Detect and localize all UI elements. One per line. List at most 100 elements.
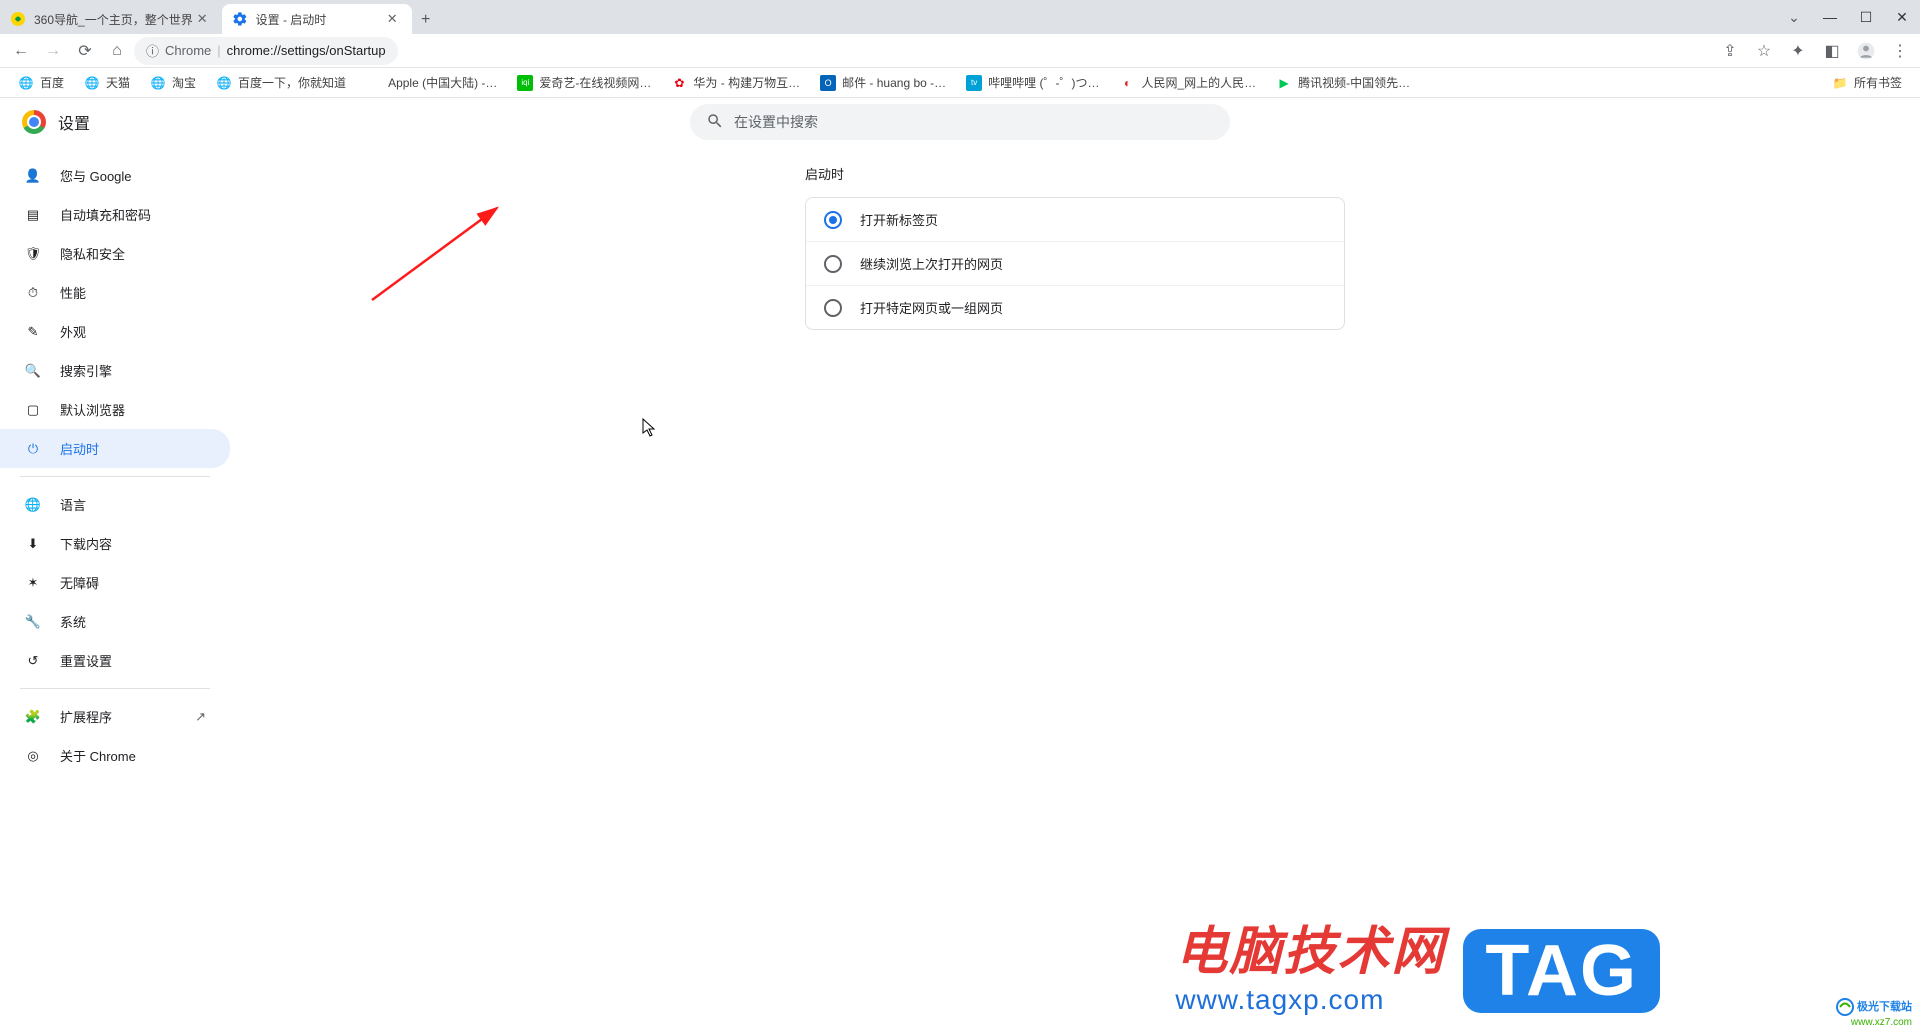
chevron-down-icon[interactable]: ⌄: [1776, 9, 1812, 26]
bookmark-item[interactable]: ▶腾讯视频-中国领先…: [1268, 70, 1418, 95]
browser-toolbar: ← → ⟳ ⌂ ⓘ Chrome | chrome://settings/onS…: [0, 34, 1920, 68]
sidebar-item-autofill[interactable]: ▤自动填充和密码: [0, 195, 230, 234]
divider: [20, 688, 210, 689]
minimize-button[interactable]: —: [1812, 9, 1848, 25]
apple-icon: [366, 75, 382, 91]
settings-search-input[interactable]: 在设置中搜索: [690, 104, 1230, 140]
browser-tab-settings[interactable]: 设置 - 启动时 ✕: [222, 4, 412, 34]
close-window-button[interactable]: ✕: [1884, 9, 1920, 26]
share-icon[interactable]: ⇪: [1716, 37, 1744, 65]
reload-button[interactable]: ⟳: [70, 36, 100, 66]
close-icon[interactable]: ✕: [193, 11, 212, 27]
outlook-icon: O: [820, 75, 836, 91]
sidebar-item-performance[interactable]: ⏱性能: [0, 273, 230, 312]
download-badge-url: www.xz7.com: [1851, 1017, 1912, 1028]
speedometer-icon: ⏱: [24, 285, 42, 301]
watermark-tag: TAG: [1463, 929, 1660, 1013]
tab-title: 设置 - 启动时: [256, 11, 327, 28]
wrench-icon: 🔧: [24, 614, 42, 630]
bookmark-item[interactable]: tv哔哩哔哩 (゜-゜)つ…: [958, 70, 1107, 95]
bookmark-item[interactable]: 🌐天猫: [76, 70, 138, 95]
option-continue-where-left-off[interactable]: 继续浏览上次打开的网页: [806, 241, 1344, 285]
back-button[interactable]: ←: [6, 36, 36, 66]
url-path: chrome://settings/onStartup: [227, 43, 386, 58]
sidebar-item-default-browser[interactable]: ▢默认浏览器: [0, 390, 230, 429]
browser-tab-360[interactable]: 360导航_一个主页，整个世界 ✕: [0, 4, 222, 34]
bilibili-icon: tv: [966, 75, 982, 91]
radio-unchecked-icon[interactable]: [824, 299, 842, 317]
sidebar-item-appearance[interactable]: ✎外观: [0, 312, 230, 351]
power-icon: ⏻: [24, 441, 42, 457]
settings-main: 启动时 打开新标签页 继续浏览上次打开的网页 打开特定网页或一组网页: [230, 98, 1920, 1034]
bookmark-item[interactable]: O邮件 - huang bo -…: [812, 70, 954, 95]
bookmark-item[interactable]: iqi爱奇艺-在线视频网…: [509, 70, 659, 95]
download-badge-title: 极光下载站: [1857, 1001, 1912, 1013]
option-open-new-tab[interactable]: 打开新标签页: [806, 198, 1344, 241]
kebab-menu-icon[interactable]: ⋮: [1886, 37, 1914, 65]
window-titlebar: 360导航_一个主页，整个世界 ✕ 设置 - 启动时 ✕ + ⌄ — ☐ ✕: [0, 0, 1920, 34]
close-icon[interactable]: ✕: [383, 11, 402, 27]
option-label: 打开特定网页或一组网页: [860, 298, 1003, 317]
download-icon: ⬇: [24, 536, 42, 552]
sidebar-item-extensions[interactable]: 🧩扩展程序↗: [0, 697, 230, 736]
extensions-icon[interactable]: ✦: [1784, 37, 1812, 65]
tab-title: 360导航_一个主页，整个世界: [34, 11, 193, 28]
tab-favicon-settings: [232, 11, 248, 27]
radio-checked-icon[interactable]: [824, 211, 842, 229]
option-label: 继续浏览上次打开的网页: [860, 254, 1003, 273]
puzzle-icon: 🧩: [24, 709, 42, 725]
new-tab-button[interactable]: +: [412, 6, 440, 34]
bookmark-item[interactable]: 🌐百度: [10, 70, 72, 95]
shield-icon: 🛡: [24, 246, 42, 262]
open-external-icon: ↗: [195, 709, 206, 725]
home-button[interactable]: ⌂: [102, 36, 132, 66]
download-badge: 极光下载站 www.xz7.com: [1836, 998, 1912, 1028]
huawei-icon: ✿: [671, 75, 687, 91]
search-icon: [706, 112, 724, 133]
iqiyi-icon: iqi: [517, 75, 533, 91]
forward-button[interactable]: →: [38, 36, 68, 66]
profile-icon[interactable]: [1852, 37, 1880, 65]
url-scheme: Chrome: [165, 43, 211, 58]
sidebar-item-system[interactable]: 🔧系统: [0, 602, 230, 641]
sidebar-item-search-engine[interactable]: 🔍搜索引擎: [0, 351, 230, 390]
bookmark-item[interactable]: ✿华为 - 构建万物互…: [663, 70, 808, 95]
bookmark-item[interactable]: Apple (中国大陆) -…: [358, 70, 505, 95]
search-icon: 🔍: [24, 363, 42, 379]
bookmark-item[interactable]: 🌐淘宝: [142, 70, 204, 95]
sidebar-item-privacy[interactable]: 🛡隐私和安全: [0, 234, 230, 273]
radio-unchecked-icon[interactable]: [824, 255, 842, 273]
bookmark-item[interactable]: ◐人民网_网上的人民…: [1111, 70, 1264, 95]
sidepanel-icon[interactable]: ◧: [1818, 37, 1846, 65]
section-title: 启动时: [805, 164, 1345, 183]
sidebar-item-downloads[interactable]: ⬇下载内容: [0, 524, 230, 563]
option-open-specific-pages[interactable]: 打开特定网页或一组网页: [806, 285, 1344, 329]
watermark-title: 电脑技术网: [1175, 926, 1445, 978]
divider: [20, 476, 210, 477]
palette-icon: ✎: [24, 324, 42, 340]
sidebar-item-reset[interactable]: ↺重置设置: [0, 641, 230, 680]
sidebar-item-about-chrome[interactable]: ◎关于 Chrome: [0, 736, 230, 775]
bookmark-star-icon[interactable]: ☆: [1750, 37, 1778, 65]
folder-icon: 📁: [1832, 75, 1848, 91]
bookmarks-bar: 🌐百度 🌐天猫 🌐淘宝 🌐百度一下，你就知道 Apple (中国大陆) -… i…: [0, 68, 1920, 98]
globe-icon: 🌐: [216, 75, 232, 91]
sidebar-item-languages[interactable]: 🌐语言: [0, 485, 230, 524]
globe-icon: 🌐: [24, 497, 42, 513]
tab-favicon-360: [10, 11, 26, 27]
option-label: 打开新标签页: [860, 210, 938, 229]
sidebar-item-you-and-google[interactable]: 👤您与 Google: [0, 156, 230, 195]
sidebar-item-on-startup[interactable]: ⏻启动时: [0, 429, 230, 468]
maximize-button[interactable]: ☐: [1848, 9, 1884, 26]
globe-icon: 🌐: [150, 75, 166, 91]
chrome-logo-icon: [22, 110, 46, 134]
address-bar[interactable]: ⓘ Chrome | chrome://settings/onStartup: [134, 37, 398, 65]
bookmark-item[interactable]: 🌐百度一下，你就知道: [208, 70, 354, 95]
browser-icon: ▢: [24, 402, 42, 418]
accessibility-icon: ✶: [24, 575, 42, 591]
sidebar-item-accessibility[interactable]: ✶无障碍: [0, 563, 230, 602]
all-bookmarks-button[interactable]: 📁所有书签: [1824, 70, 1910, 95]
autofill-icon: ▤: [24, 207, 42, 223]
globe-icon: 🌐: [18, 75, 34, 91]
site-info-icon[interactable]: ⓘ: [146, 41, 159, 60]
